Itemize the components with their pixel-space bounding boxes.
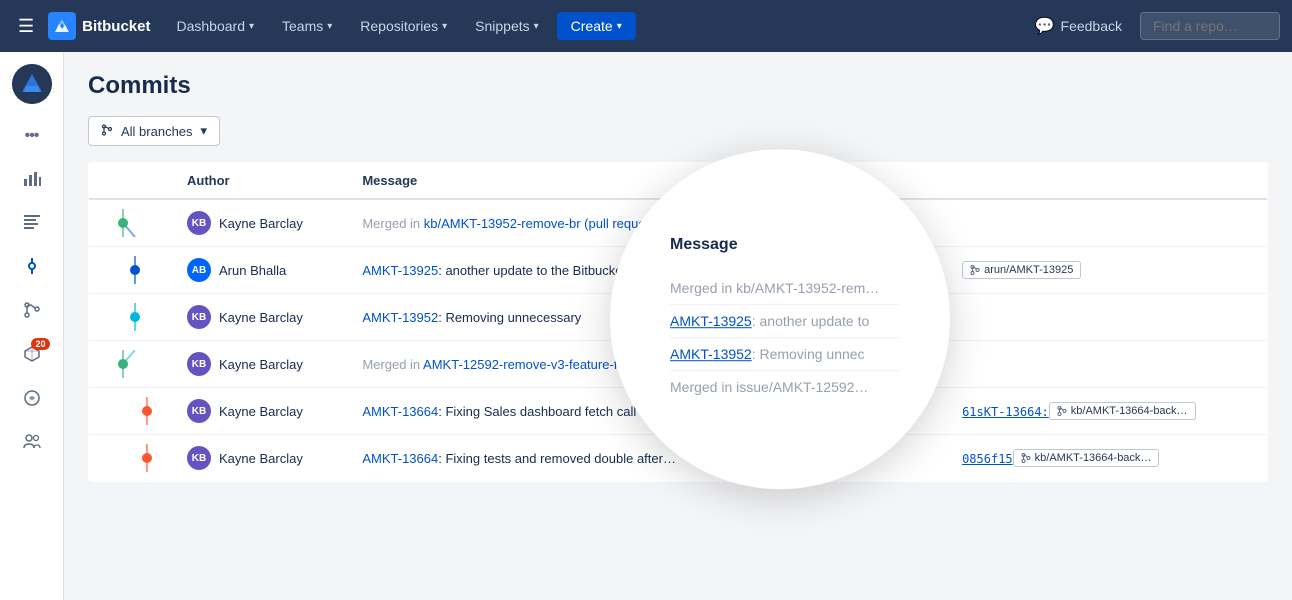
graph-header bbox=[89, 163, 174, 200]
graph-cell bbox=[89, 294, 174, 341]
nav-repositories[interactable]: Repositories ▾ bbox=[350, 12, 457, 40]
sidebar-item-deployments[interactable]: 20 bbox=[12, 336, 52, 376]
chevron-down-icon: ▾ bbox=[534, 21, 539, 32]
author-name: Kayne Barclay bbox=[219, 404, 303, 419]
nav-dashboard[interactable]: Dashboard ▾ bbox=[166, 12, 264, 40]
more-icon: ••• bbox=[25, 127, 39, 145]
commit-message-link[interactable]: AMKT-13664 bbox=[362, 404, 438, 419]
feedback-icon: 💬 bbox=[1035, 16, 1055, 36]
author-cell: AB Arun Bhalla bbox=[173, 247, 348, 294]
logo-text: Bitbucket bbox=[82, 18, 150, 35]
author-name: Kayne Barclay bbox=[219, 451, 303, 466]
pipelines-icon bbox=[23, 389, 41, 412]
chevron-down-icon: ▾ bbox=[617, 21, 622, 32]
graph-cell bbox=[89, 435, 174, 482]
overlay-commit-link[interactable]: AMKT-13952 bbox=[670, 346, 752, 362]
graph-cell bbox=[89, 341, 174, 388]
branch-cell: 61sKT-13664: kb/AMKT-13664-back… bbox=[948, 388, 1267, 435]
author-name: Kayne Barclay bbox=[219, 216, 303, 231]
chevron-down-icon: ▾ bbox=[249, 21, 254, 32]
chevron-down-icon: ▾ bbox=[442, 21, 447, 32]
graph-cell bbox=[89, 199, 174, 247]
stats-icon bbox=[23, 169, 41, 192]
top-navigation: ☰ Bitbucket Dashboard ▾ Teams ▾ Reposito… bbox=[0, 0, 1292, 52]
chevron-down-icon: ▾ bbox=[201, 123, 208, 139]
sidebar-item-pipelines[interactable] bbox=[12, 380, 52, 420]
overlay-row: AMKT-13952: Removing unnec bbox=[670, 338, 900, 371]
commit-message-link[interactable]: kb/AMKT-13952-remove-br bbox=[424, 216, 581, 231]
sidebar-item-branches[interactable] bbox=[12, 292, 52, 332]
overlay-row: Merged in kb/AMKT-13952-rem… bbox=[670, 272, 900, 305]
author-name: Kayne Barclay bbox=[219, 310, 303, 325]
author-header: Author bbox=[173, 163, 348, 200]
deployments-badge: 20 bbox=[31, 338, 49, 350]
sidebar-item-stats[interactable] bbox=[12, 160, 52, 200]
branches-icon bbox=[23, 301, 41, 324]
app-layout: ••• bbox=[0, 52, 1292, 600]
author-cell: KB Kayne Barclay bbox=[173, 341, 348, 388]
sidebar: ••• bbox=[0, 52, 64, 600]
commit-message-link[interactable]: AMKT-13925 bbox=[362, 263, 438, 278]
commit-message-link[interactable]: AMKT-13952 bbox=[362, 310, 438, 325]
branch-header bbox=[948, 163, 1267, 200]
branch-cell bbox=[948, 341, 1267, 388]
source-icon bbox=[23, 213, 41, 236]
author-name: Arun Bhalla bbox=[219, 263, 286, 278]
branch-cell: 0856f15 kb/AMKT-13664-back… bbox=[948, 435, 1267, 482]
people-icon bbox=[23, 433, 41, 456]
avatar[interactable] bbox=[12, 64, 52, 104]
sidebar-item-commits[interactable] bbox=[12, 248, 52, 288]
branch-cell: arun/AMKT-13925 bbox=[948, 247, 1267, 294]
main-content: Commits All branches ▾ Author Message bbox=[64, 52, 1292, 600]
page-title: Commits bbox=[88, 72, 1268, 100]
author-cell: KB Kayne Barclay bbox=[173, 388, 348, 435]
nav-teams[interactable]: Teams ▾ bbox=[272, 12, 342, 40]
branch-icon bbox=[101, 124, 113, 139]
branch-tag: arun/AMKT-13925 bbox=[962, 261, 1081, 279]
overlay-header: Message bbox=[670, 236, 900, 254]
commit-hash[interactable]: 61sKT-13664: bbox=[962, 405, 1049, 419]
author-cell: KB Kayne Barclay bbox=[173, 294, 348, 341]
repo-search-input[interactable] bbox=[1140, 12, 1280, 40]
overlay-row: AMKT-13925: another update to bbox=[670, 305, 900, 338]
commit-message-link[interactable]: AMKT-12592-remove-v3-feature-flag bbox=[423, 357, 635, 372]
hamburger-menu[interactable]: ☰ bbox=[12, 10, 40, 43]
branch-selector-label: All branches bbox=[121, 124, 193, 139]
branch-tag: kb/AMKT-13664-back… bbox=[1049, 402, 1196, 420]
logo-icon bbox=[48, 12, 76, 40]
graph-cell bbox=[89, 247, 174, 294]
branch-selector-button[interactable]: All branches ▾ bbox=[88, 116, 220, 146]
sidebar-item-settings[interactable] bbox=[12, 424, 52, 464]
graph-cell bbox=[89, 388, 174, 435]
feedback-button[interactable]: 💬 Feedback bbox=[1025, 10, 1132, 42]
nav-snippets[interactable]: Snippets ▾ bbox=[465, 12, 549, 40]
overlay-row: Merged in issue/AMKT-12592… bbox=[670, 371, 900, 403]
message-tooltip: Message Merged in kb/AMKT-13952-rem…AMKT… bbox=[610, 149, 950, 489]
create-button[interactable]: Create ▾ bbox=[557, 12, 636, 40]
branch-cell bbox=[948, 294, 1267, 341]
logo[interactable]: Bitbucket bbox=[48, 12, 150, 40]
author-name: Kayne Barclay bbox=[219, 357, 303, 372]
commit-message-link[interactable]: AMKT-13664 bbox=[362, 451, 438, 466]
sidebar-item-more[interactable]: ••• bbox=[12, 116, 52, 156]
overlay-commit-link[interactable]: AMKT-13925 bbox=[670, 313, 752, 329]
commit-hash[interactable]: 0856f15 bbox=[962, 452, 1013, 466]
author-cell: KB Kayne Barclay bbox=[173, 199, 348, 247]
chevron-down-icon: ▾ bbox=[327, 21, 332, 32]
sidebar-item-source[interactable] bbox=[12, 204, 52, 244]
author-cell: KB Kayne Barclay bbox=[173, 435, 348, 482]
commits-icon bbox=[23, 257, 41, 280]
branch-cell bbox=[948, 199, 1267, 247]
branch-tag: kb/AMKT-13664-back… bbox=[1013, 449, 1160, 467]
